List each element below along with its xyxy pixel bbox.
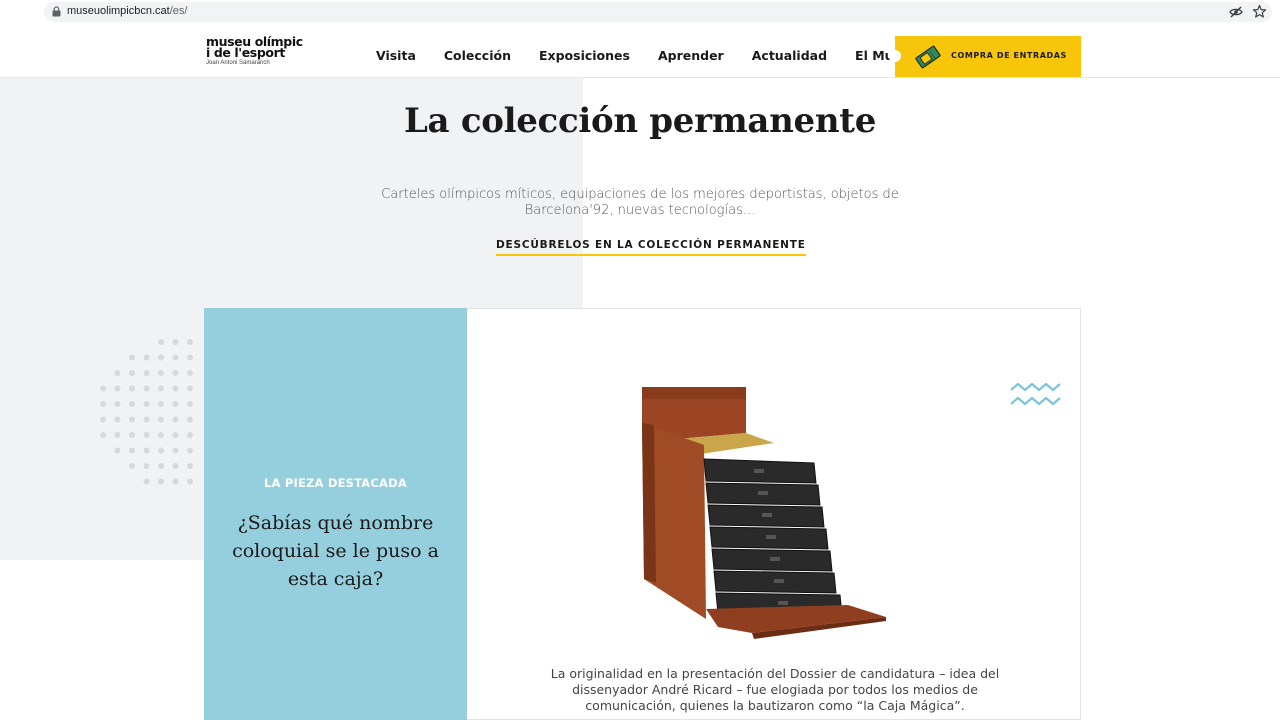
nav-aprender[interactable]: Aprender — [658, 48, 724, 63]
decorative-dot — [187, 401, 193, 407]
decorative-dot — [158, 447, 164, 454]
decorative-dot — [100, 385, 106, 392]
decorative-dot — [143, 385, 150, 392]
discover-collection-link[interactable]: DESCÚBRELOS EN LA COLECCIÓN PERMANENTE — [496, 239, 806, 256]
eye-off-icon[interactable] — [1229, 5, 1243, 19]
decorative-dot — [187, 354, 193, 361]
decorative-dot — [172, 354, 179, 361]
browser-toolbar: museuolimpicbcn.cat/es/ — [0, 0, 1280, 24]
decorative-dot — [129, 385, 135, 392]
decorative-dot — [187, 385, 193, 392]
museum-logo[interactable]: museu olímpic i de l'esport Joan Antoni … — [206, 35, 303, 66]
hero-description: Carteles olímpicos míticos, equipaciones… — [381, 187, 899, 218]
decorative-dot — [100, 401, 106, 407]
decorative-dot — [114, 416, 121, 423]
decorative-dot — [129, 416, 135, 423]
decorative-dot — [143, 447, 150, 454]
decorative-dot — [158, 385, 164, 392]
decorative-dot — [187, 416, 193, 423]
decorative-dot — [114, 447, 121, 454]
lock-icon — [52, 6, 61, 17]
decorative-dot — [129, 401, 135, 407]
decorative-dot — [114, 401, 121, 407]
decorative-dot — [187, 478, 193, 485]
decorative-dot — [187, 339, 193, 345]
decorative-dot — [129, 354, 135, 361]
logo-subtitle: Joan Antoni Samaranch — [206, 60, 270, 66]
featured-piece-description: La originalidad en la presentación del D… — [550, 666, 1000, 713]
decorative-dot — [172, 432, 179, 438]
decorative-dot — [143, 478, 150, 485]
decorative-dot — [172, 416, 179, 423]
page-title: La colección permanente — [403, 101, 877, 141]
decorative-dot — [172, 447, 179, 454]
wave-icon — [1010, 382, 1061, 406]
decorative-dot — [187, 463, 193, 469]
address-bar[interactable] — [44, 2, 1272, 22]
decorative-dot — [172, 385, 179, 392]
decorative-dot — [158, 478, 164, 485]
ticket-icon — [915, 45, 941, 69]
decorative-dot — [172, 370, 179, 376]
decorative-dot — [158, 463, 164, 469]
decorative-dot — [172, 339, 179, 345]
decorative-dot — [129, 463, 135, 469]
nav-visita[interactable]: Visita — [376, 48, 416, 63]
decorative-dot — [143, 370, 150, 376]
decorative-dot — [158, 432, 164, 438]
decorative-dot — [100, 432, 106, 438]
decorative-dot — [172, 478, 179, 485]
decorative-dot — [129, 370, 135, 376]
decorative-dot — [143, 401, 150, 407]
dots-pattern — [100, 339, 193, 485]
site-header: museu olímpic i de l'esport Joan Antoni … — [0, 24, 1280, 78]
nav-coleccion[interactable]: Colección — [444, 48, 511, 63]
decorative-dot — [158, 339, 164, 345]
decorative-dot — [143, 416, 150, 423]
nav-actualidad[interactable]: Actualidad — [752, 48, 827, 63]
decorative-dot — [187, 432, 193, 438]
main-nav: Visita Colección Exposiciones Aprender A… — [376, 48, 946, 63]
decorative-dot — [143, 463, 150, 469]
decorative-dot — [114, 385, 121, 392]
buy-tickets-button[interactable]: COMPRA DE ENTRADAS — [889, 36, 1081, 77]
decorative-dot — [187, 447, 193, 454]
featured-piece-question: ¿Sabías qué nombre coloquial se le puso … — [232, 512, 439, 590]
decorative-dot — [172, 401, 179, 407]
decorative-dot — [158, 401, 164, 407]
featured-piece-label: LA PIEZA DESTACADA — [264, 476, 407, 490]
decorative-dot — [187, 370, 193, 376]
ticket-notch — [889, 50, 901, 62]
magic-box-image[interactable] — [634, 383, 890, 645]
decorative-dot — [172, 463, 179, 469]
decorative-dot — [143, 354, 150, 361]
decorative-dot — [114, 432, 121, 438]
decorative-dot — [158, 354, 164, 361]
decorative-dot — [129, 432, 135, 438]
nav-exposiciones[interactable]: Exposiciones — [539, 48, 630, 63]
decorative-dot — [100, 416, 106, 423]
decorative-dot — [114, 370, 121, 376]
decorative-dot — [143, 432, 150, 438]
decorative-dot — [129, 447, 135, 454]
decorative-dot — [158, 416, 164, 423]
url-text[interactable]: museuolimpicbcn.cat/es/ — [67, 5, 187, 17]
decorative-dot — [158, 370, 164, 376]
url-path: /es/ — [169, 5, 188, 17]
star-icon[interactable] — [1252, 4, 1267, 19]
buy-tickets-label: COMPRA DE ENTRADAS — [951, 51, 1067, 60]
url-domain: museuolimpicbcn.cat — [67, 5, 170, 17]
